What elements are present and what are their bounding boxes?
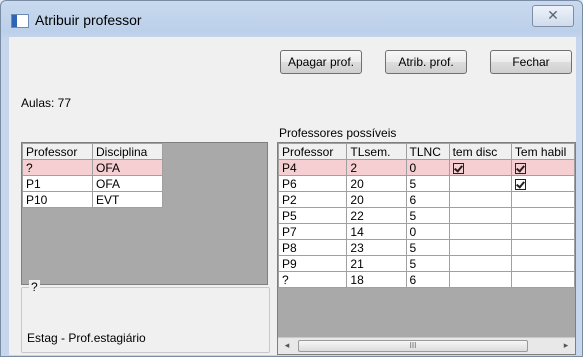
assigned-header-row: Professor Disciplina — [22, 143, 163, 160]
checkbox-checked-icon[interactable] — [452, 162, 464, 174]
table-row[interactable]: P5 22 5 — [278, 207, 575, 224]
cell-disciplina: EVT — [92, 191, 163, 208]
cell-professor: P6 — [278, 175, 348, 192]
cell-tlnc: 0 — [405, 159, 450, 176]
cell-tlsem: 20 — [346, 175, 407, 192]
details-text: Estag - Prof.estagiário — [27, 331, 146, 345]
header-tlnc[interactable]: TLNC — [405, 143, 450, 160]
header-professor[interactable]: Professor — [278, 143, 348, 160]
cell-professor: P7 — [278, 223, 348, 240]
atrib-prof-button[interactable]: Atrib. prof. — [385, 50, 467, 74]
cell-professor: P10 — [22, 191, 93, 208]
cell-tlnc: 6 — [405, 191, 450, 208]
cell-tlnc: 6 — [405, 271, 450, 288]
cell-tlsem: 2 — [346, 159, 407, 176]
cell-professor: P1 — [22, 175, 93, 192]
header-tem-habil[interactable]: Tem habil — [510, 143, 575, 160]
scroll-thumb[interactable]: III — [298, 340, 528, 352]
cell-tlnc: 5 — [405, 255, 450, 272]
apagar-prof-button[interactable]: Apagar prof. — [280, 50, 362, 74]
checkbox-checked-icon[interactable] — [514, 162, 526, 174]
table-row[interactable]: P8 23 5 — [278, 239, 575, 256]
cell-professor: P4 — [278, 159, 348, 176]
professores-possiveis-label: Professores possíveis — [279, 126, 397, 140]
window-icon — [11, 14, 29, 28]
close-button[interactable]: ✕ — [532, 5, 574, 27]
cell-tlnc: 0 — [405, 223, 450, 240]
table-row[interactable]: ? OFA — [22, 159, 163, 176]
cell-disciplina: OFA — [92, 159, 163, 176]
cell-tlsem: 14 — [346, 223, 407, 240]
horizontal-scrollbar[interactable]: ◂ III ▸ — [278, 337, 575, 354]
cell-tem-habil[interactable] — [510, 159, 575, 176]
cell-professor: ? — [22, 159, 93, 176]
scroll-right-icon[interactable]: ▸ — [559, 340, 573, 351]
table-row[interactable]: P2 20 6 — [278, 191, 575, 208]
cell-tem-habil[interactable] — [510, 207, 575, 224]
cell-tlsem: 23 — [346, 239, 407, 256]
cell-tem-habil[interactable] — [510, 175, 575, 192]
table-row[interactable]: ? 18 6 — [278, 271, 575, 288]
cell-tlsem: 21 — [346, 255, 407, 272]
cell-professor: ? — [278, 271, 348, 288]
cell-professor: P2 — [278, 191, 348, 208]
window-title: Atribuir professor — [35, 12, 142, 28]
aulas-count-label: Aulas: 77 — [21, 96, 72, 110]
cell-tem-habil[interactable] — [510, 239, 575, 256]
details-group-title: ? — [29, 280, 40, 294]
cell-tem-disc[interactable] — [448, 239, 512, 256]
table-row[interactable]: P6 20 5 — [278, 175, 575, 192]
cell-tlsem: 22 — [346, 207, 407, 224]
cell-tlnc: 5 — [405, 207, 450, 224]
cell-professor: P5 — [278, 207, 348, 224]
assigned-professors-grid[interactable]: Professor Disciplina ? OFA P1 OFA P10 EV… — [21, 142, 268, 285]
possible-professors-table: Professor TLsem. TLNC tem disc Tem habil… — [278, 143, 575, 288]
cell-tlsem: 18 — [346, 271, 407, 288]
cell-tlnc: 5 — [405, 239, 450, 256]
table-row[interactable]: P7 14 0 — [278, 223, 575, 240]
table-row[interactable]: P1 OFA — [22, 175, 163, 192]
header-tem-disc[interactable]: tem disc — [448, 143, 512, 160]
table-row[interactable]: P10 EVT — [22, 191, 163, 208]
header-professor[interactable]: Professor — [22, 143, 93, 160]
cell-tlsem: 20 — [346, 191, 407, 208]
atribuir-professor-window: Atribuir professor ✕ Apagar prof. Atrib.… — [0, 0, 583, 357]
table-row[interactable]: P4 2 0 — [278, 159, 575, 176]
cell-tem-disc[interactable] — [448, 207, 512, 224]
cell-tem-disc[interactable] — [448, 191, 512, 208]
cell-tem-disc[interactable] — [448, 159, 512, 176]
header-tlsem[interactable]: TLsem. — [346, 143, 407, 160]
cell-professor: P9 — [278, 255, 348, 272]
dialog-client-area: Apagar prof. Atrib. prof. Fechar Aulas: … — [9, 37, 576, 355]
possible-professors-grid[interactable]: Professor TLsem. TLNC tem disc Tem habil… — [277, 142, 576, 355]
scroll-left-icon[interactable]: ◂ — [280, 340, 294, 351]
cell-tem-disc[interactable] — [448, 271, 512, 288]
cell-tlnc: 5 — [405, 175, 450, 192]
table-row[interactable]: P9 21 5 — [278, 255, 575, 272]
header-disciplina[interactable]: Disciplina — [92, 143, 163, 160]
title-bar[interactable]: Atribuir professor ✕ — [1, 1, 582, 31]
assigned-professors-table: Professor Disciplina ? OFA P1 OFA P10 EV… — [22, 143, 163, 208]
cell-professor: P8 — [278, 239, 348, 256]
possible-header-row: Professor TLsem. TLNC tem disc Tem habil — [278, 143, 575, 160]
cell-tem-disc[interactable] — [448, 255, 512, 272]
cell-tem-habil[interactable] — [510, 191, 575, 208]
cell-disciplina: OFA — [92, 175, 163, 192]
cell-tem-habil[interactable] — [510, 271, 575, 288]
fechar-button[interactable]: Fechar — [490, 50, 572, 74]
checkbox-checked-icon[interactable] — [514, 178, 526, 190]
cell-tem-disc[interactable] — [448, 175, 512, 192]
cell-tem-disc[interactable] — [448, 223, 512, 240]
cell-tem-habil[interactable] — [510, 255, 575, 272]
cell-tem-habil[interactable] — [510, 223, 575, 240]
